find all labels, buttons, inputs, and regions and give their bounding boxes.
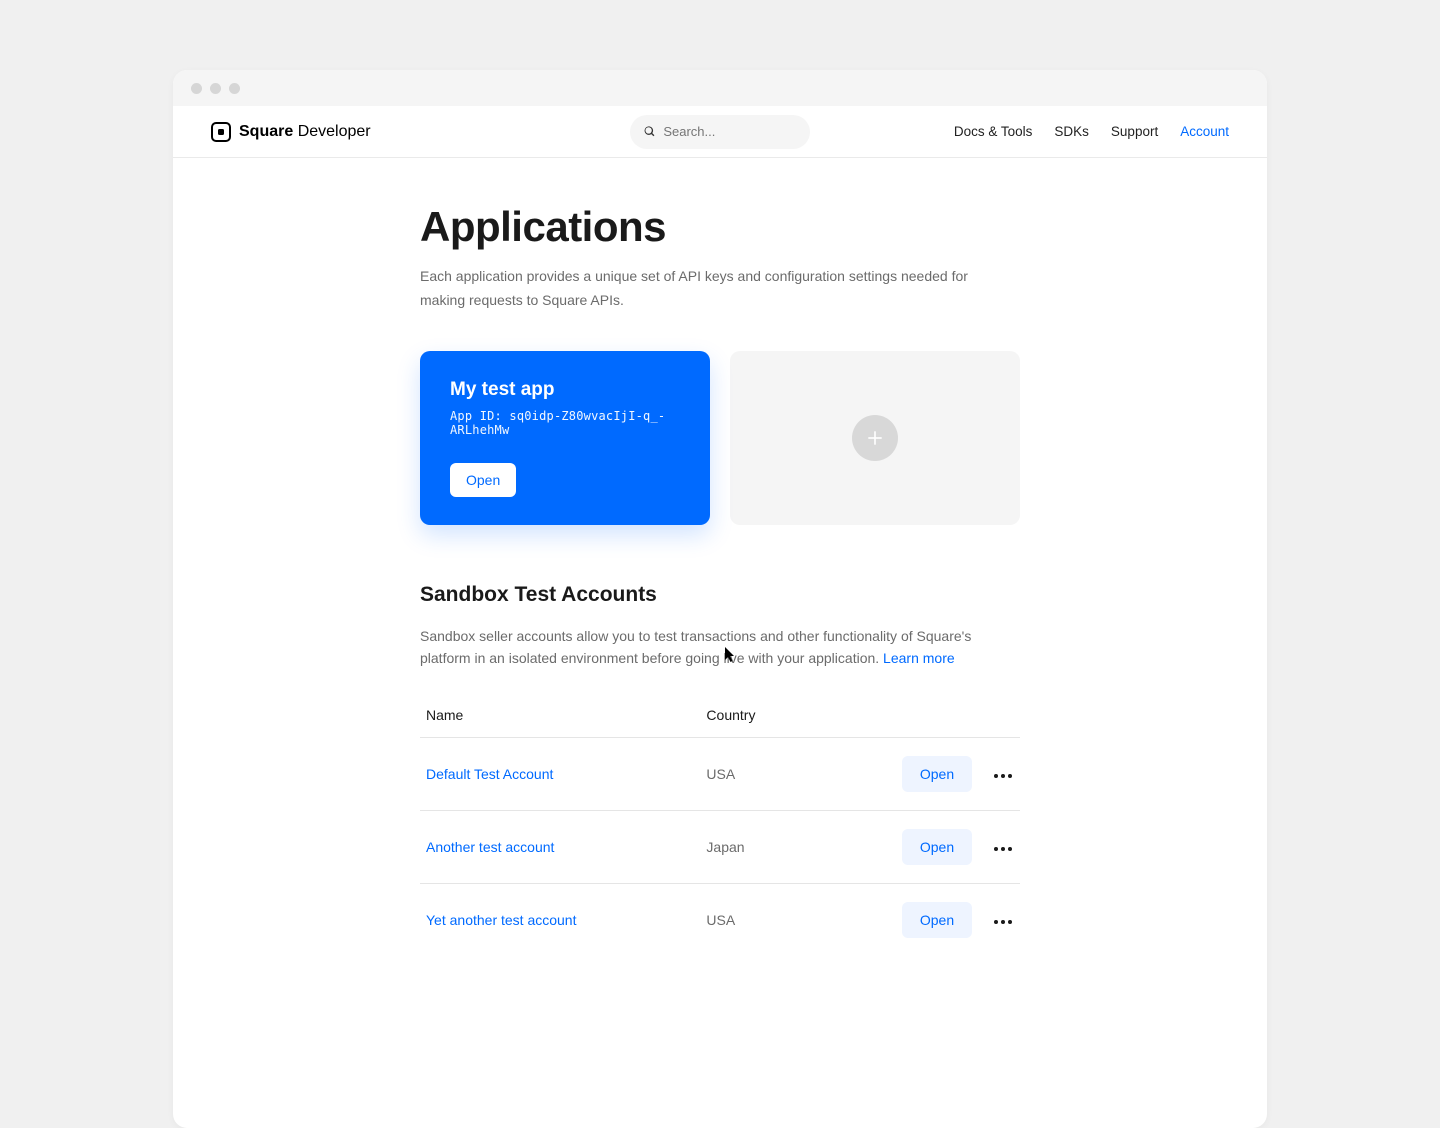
app-window: Square Developer Docs & Tools SDKs Suppo… — [173, 70, 1267, 1128]
ellipsis-icon — [994, 920, 998, 924]
page-description: Each application provides a unique set o… — [420, 265, 1010, 313]
brand-name: Square — [239, 123, 293, 140]
open-account-button[interactable]: Open — [902, 902, 972, 938]
more-actions-button[interactable] — [992, 916, 1014, 928]
open-app-button[interactable]: Open — [450, 463, 516, 497]
search-bar[interactable] — [630, 115, 810, 149]
brand-sub: Developer — [298, 123, 371, 140]
ellipsis-icon — [994, 774, 998, 778]
table-row: Default Test Account USA Open — [420, 738, 1020, 811]
app-card[interactable]: My test app App ID: sq0idp-Z80wvacIjI-q_… — [420, 351, 710, 525]
main-content: Applications Each application provides a… — [420, 158, 1020, 956]
account-name-link[interactable]: Another test account — [420, 811, 700, 884]
app-card-id: App ID: sq0idp-Z80wvacIjI-q_-ARLhehMw — [450, 409, 680, 437]
window-close-dot[interactable] — [191, 83, 202, 94]
app-cards-row: My test app App ID: sq0idp-Z80wvacIjI-q_… — [420, 351, 1020, 525]
account-name-link[interactable]: Default Test Account — [420, 738, 700, 811]
account-country: USA — [700, 738, 805, 811]
col-country: Country — [700, 693, 805, 738]
nav-links: Docs & Tools SDKs Support Account — [954, 124, 1229, 139]
add-app-card[interactable] — [730, 351, 1020, 525]
col-actions — [806, 693, 1020, 738]
plus-icon — [865, 428, 885, 448]
top-nav: Square Developer Docs & Tools SDKs Suppo… — [173, 106, 1267, 158]
search-input[interactable] — [663, 124, 796, 139]
ellipsis-icon — [994, 847, 998, 851]
table-row: Yet another test account USA Open — [420, 884, 1020, 957]
nav-link-account[interactable]: Account — [1180, 124, 1229, 139]
window-titlebar — [173, 70, 1267, 106]
cursor-icon — [725, 647, 737, 663]
search-icon — [644, 125, 655, 138]
col-name: Name — [420, 693, 700, 738]
open-account-button[interactable]: Open — [902, 756, 972, 792]
window-minimize-dot[interactable] — [210, 83, 221, 94]
account-country: USA — [700, 884, 805, 957]
account-name-link[interactable]: Yet another test account — [420, 884, 700, 957]
open-account-button[interactable]: Open — [902, 829, 972, 865]
sandbox-section-title: Sandbox Test Accounts — [420, 583, 1020, 607]
sandbox-accounts-table: Name Country Default Test Account USA Op… — [420, 693, 1020, 956]
add-app-circle — [852, 415, 898, 461]
more-actions-button[interactable] — [992, 843, 1014, 855]
more-actions-button[interactable] — [992, 770, 1014, 782]
table-row: Another test account Japan Open — [420, 811, 1020, 884]
learn-more-link[interactable]: Learn more — [883, 650, 955, 666]
app-card-name: My test app — [450, 379, 680, 401]
page-title: Applications — [420, 203, 1020, 251]
window-maximize-dot[interactable] — [229, 83, 240, 94]
nav-link-support[interactable]: Support — [1111, 124, 1158, 139]
brand-logo[interactable]: Square Developer — [211, 122, 371, 142]
account-country: Japan — [700, 811, 805, 884]
sandbox-section-description: Sandbox seller accounts allow you to tes… — [420, 625, 1020, 670]
nav-link-docs[interactable]: Docs & Tools — [954, 124, 1033, 139]
nav-link-sdks[interactable]: SDKs — [1054, 124, 1089, 139]
square-logo-icon — [211, 122, 231, 142]
